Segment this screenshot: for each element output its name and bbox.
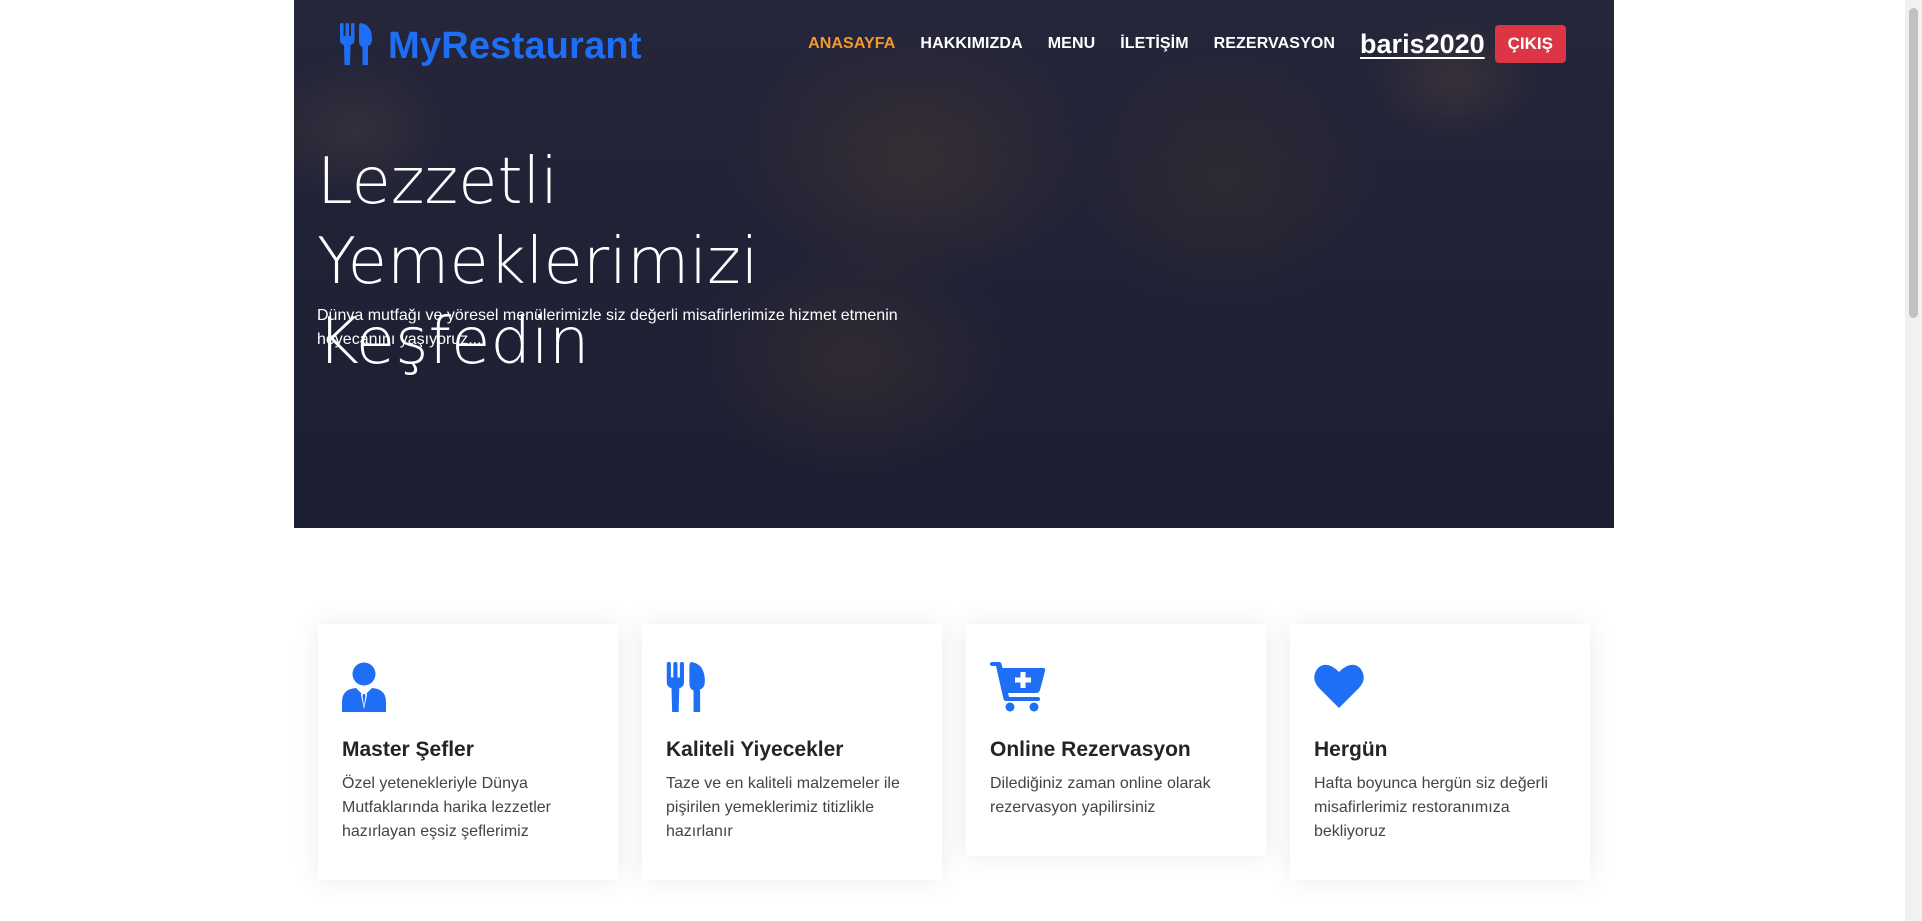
- cart-plus-icon: [990, 662, 1242, 714]
- feature-text: Özel yetenekleriyle Dünya Mutfaklarında …: [342, 775, 551, 840]
- features-section: Master Şefler Özel yetenekleriyle Dünya …: [318, 624, 1590, 880]
- hero-subtitle: Dünya mutfağı ve yöresel menülerimizle s…: [317, 307, 898, 348]
- feature-text: Dilediğiniz zaman online olarak rezervas…: [990, 775, 1211, 816]
- main-nav: ANASAYFA HAKKIMIZDA MENU İLETİŞİM REZERV…: [808, 24, 1566, 64]
- feature-card-food: Kaliteli Yiyecekler Taze ve en kaliteli …: [642, 624, 942, 880]
- feature-title: Kaliteli Yiyecekler: [666, 738, 844, 761]
- scrollbar-thumb[interactable]: [1909, 8, 1918, 318]
- feature-card-chefs: Master Şefler Özel yetenekleriyle Dünya …: [318, 624, 618, 880]
- feature-card-everyday: Hergün Hafta boyunca hergün siz değerli …: [1290, 624, 1590, 880]
- nav-item-anasayfa[interactable]: ANASAYFA: [808, 35, 895, 53]
- heart-icon: [1314, 662, 1566, 714]
- feature-card-reservation: Online Rezervasyon Dilediğiniz zaman onl…: [966, 624, 1266, 856]
- feature-text: Taze ve en kaliteli malzemeler ile pişir…: [666, 775, 900, 840]
- hero-section: MyRestaurant ANASAYFA HAKKIMIZDA MENU İL…: [294, 0, 1614, 528]
- nav-item-menu[interactable]: MENU: [1048, 35, 1096, 53]
- brand-name: MyRestaurant: [388, 24, 642, 67]
- chef-user-icon: [342, 662, 594, 714]
- nav-item-iletisim[interactable]: İLETİŞİM: [1120, 35, 1188, 53]
- page-scrollbar[interactable]: [1905, 0, 1922, 921]
- brand-logo-link[interactable]: MyRestaurant: [340, 22, 642, 70]
- feature-title: Master Şefler: [342, 738, 474, 761]
- nav-item-rezervasyon[interactable]: REZERVASYON: [1214, 35, 1335, 53]
- utensils-icon: [666, 662, 918, 714]
- feature-text: Hafta boyunca hergün siz değerli misafir…: [1314, 775, 1548, 840]
- utensils-icon: [340, 22, 374, 70]
- logout-button[interactable]: ÇIKIŞ: [1494, 25, 1566, 63]
- nav-item-hakkimizda[interactable]: HAKKIMIZDA: [920, 35, 1022, 53]
- feature-title: Hergün: [1314, 738, 1388, 761]
- feature-title: Online Rezervasyon: [990, 738, 1191, 761]
- username-link[interactable]: baris2020: [1360, 29, 1485, 60]
